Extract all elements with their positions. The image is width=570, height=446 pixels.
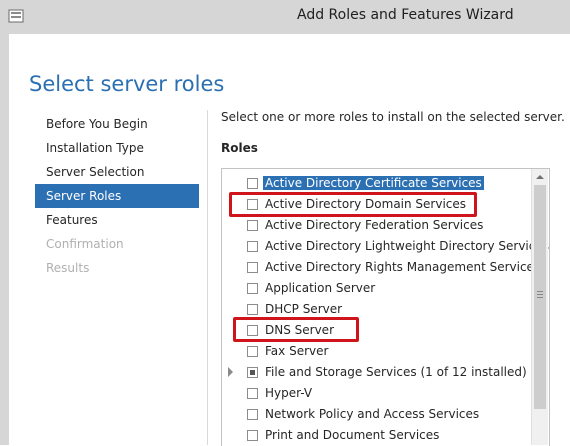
role-checkbox[interactable]	[247, 430, 258, 441]
scroll-up-arrow-icon[interactable]	[532, 169, 548, 185]
role-label: DHCP Server	[265, 302, 343, 316]
role-label: Active Directory Rights Management Servi…	[265, 260, 541, 274]
page-title: Select server roles	[29, 72, 225, 97]
role-label: File and Storage Services (1 of 12 insta…	[265, 365, 527, 379]
roles-scrollbar[interactable]	[531, 169, 548, 445]
role-label: Network Policy and Access Services	[265, 407, 480, 421]
role-checkbox[interactable]	[247, 220, 258, 231]
window-title: Add Roles and Features Wizard	[297, 7, 514, 23]
role-item-print-and-document-services[interactable]: Print and Document Services	[222, 425, 532, 446]
title-bar: Add Roles and Features Wizard	[0, 0, 570, 34]
nav-item-installation-type[interactable]: Installation Type	[35, 136, 199, 160]
role-label: Fax Server	[265, 344, 329, 358]
server-manager-icon	[8, 9, 24, 23]
role-checkbox[interactable]	[247, 241, 258, 252]
role-label: Print and Document Services	[265, 428, 440, 442]
nav-item-server-roles[interactable]: Server Roles	[35, 184, 199, 208]
role-checkbox[interactable]	[247, 262, 258, 273]
role-label: Active Directory Lightweight Directory S…	[265, 239, 549, 253]
nav-item-confirmation: Confirmation	[46, 237, 124, 251]
nav-divider	[207, 110, 208, 445]
nav-item-before-you-begin[interactable]: Before You Begin	[35, 112, 199, 136]
roles-heading: Roles	[221, 141, 258, 155]
nav-item-features[interactable]: Features	[35, 208, 199, 232]
annotation-highlight-dns-server	[233, 317, 359, 342]
role-item-ad-federation-services[interactable]: Active Directory Federation Services	[222, 215, 532, 236]
wizard-nav: Before You Begin Installation Type Serve…	[35, 112, 199, 280]
nav-item-results: Results	[46, 261, 90, 275]
role-item-ad-rights-management-services[interactable]: Active Directory Rights Management Servi…	[222, 257, 540, 278]
role-item-hyper-v[interactable]: Hyper-V	[222, 383, 532, 404]
role-item-network-policy-and-access-services[interactable]: Network Policy and Access Services	[222, 404, 532, 425]
nav-item-server-selection[interactable]: Server Selection	[35, 160, 199, 184]
window-frame	[0, 34, 9, 445]
role-item-fax-server[interactable]: Fax Server	[222, 341, 532, 362]
role-checkbox[interactable]	[247, 388, 258, 399]
role-checkbox[interactable]	[247, 178, 258, 189]
role-item-ad-certificate-services[interactable]: Active Directory Certificate Services	[222, 173, 532, 194]
expand-arrow-icon[interactable]	[228, 367, 233, 377]
role-item-file-and-storage-services[interactable]: File and Storage Services (1 of 12 insta…	[222, 362, 532, 383]
role-checkbox[interactable]	[247, 346, 258, 357]
role-label: Active Directory Federation Services	[265, 218, 484, 232]
role-label: Application Server	[265, 281, 376, 295]
role-label: Hyper-V	[265, 386, 313, 400]
role-checkbox[interactable]	[247, 283, 258, 294]
role-checkbox[interactable]	[247, 409, 258, 420]
role-checkbox[interactable]	[247, 367, 258, 378]
grip-icon	[537, 291, 543, 298]
role-item-ad-lightweight-directory-services[interactable]: Active Directory Lightweight Directory S…	[222, 236, 549, 257]
role-label: Active Directory Certificate Services	[263, 176, 484, 190]
scrollbar-thumb[interactable]	[534, 185, 546, 409]
role-checkbox[interactable]	[247, 304, 258, 315]
annotation-highlight-ad-domain-services	[229, 192, 477, 217]
role-item-application-server[interactable]: Application Server	[222, 278, 532, 299]
instruction-text: Select one or more roles to install on t…	[221, 110, 565, 124]
